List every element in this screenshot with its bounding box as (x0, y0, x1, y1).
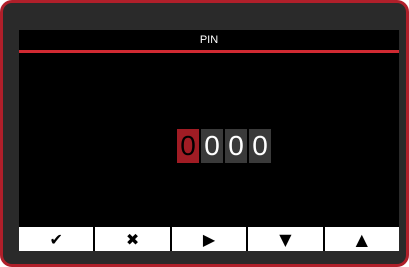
softkey-bar: ✔ ✖ ▶ ▼ ▲ (19, 227, 400, 251)
pin-digit-4[interactable]: 0 (249, 129, 271, 163)
pin-entry-field[interactable]: 0 0 0 0 (177, 129, 271, 163)
up-button[interactable]: ▲ (324, 227, 400, 251)
confirm-button[interactable]: ✔ (19, 227, 94, 251)
pin-digit-2[interactable]: 0 (201, 129, 223, 163)
next-button[interactable]: ▶ (171, 227, 247, 251)
arrow-down-icon: ▼ (279, 229, 292, 249)
cancel-button[interactable]: ✖ (95, 227, 170, 251)
play-right-icon: ▶ (202, 229, 216, 249)
title-divider (19, 50, 399, 53)
device-frame: PIN 0 0 0 0 ✔ ✖ ▶ ▼ ▲ (0, 0, 409, 267)
down-button[interactable]: ▼ (248, 227, 323, 251)
pin-digit-1[interactable]: 0 (177, 129, 199, 163)
pin-digit-3[interactable]: 0 (225, 129, 247, 163)
check-icon: ✔ (49, 229, 63, 249)
screen-title: PIN (199, 34, 219, 46)
arrow-up-icon: ▲ (355, 229, 368, 249)
close-icon: ✖ (125, 229, 140, 249)
display-screen: PIN 0 0 0 0 ✔ ✖ ▶ ▼ ▲ (19, 30, 400, 251)
